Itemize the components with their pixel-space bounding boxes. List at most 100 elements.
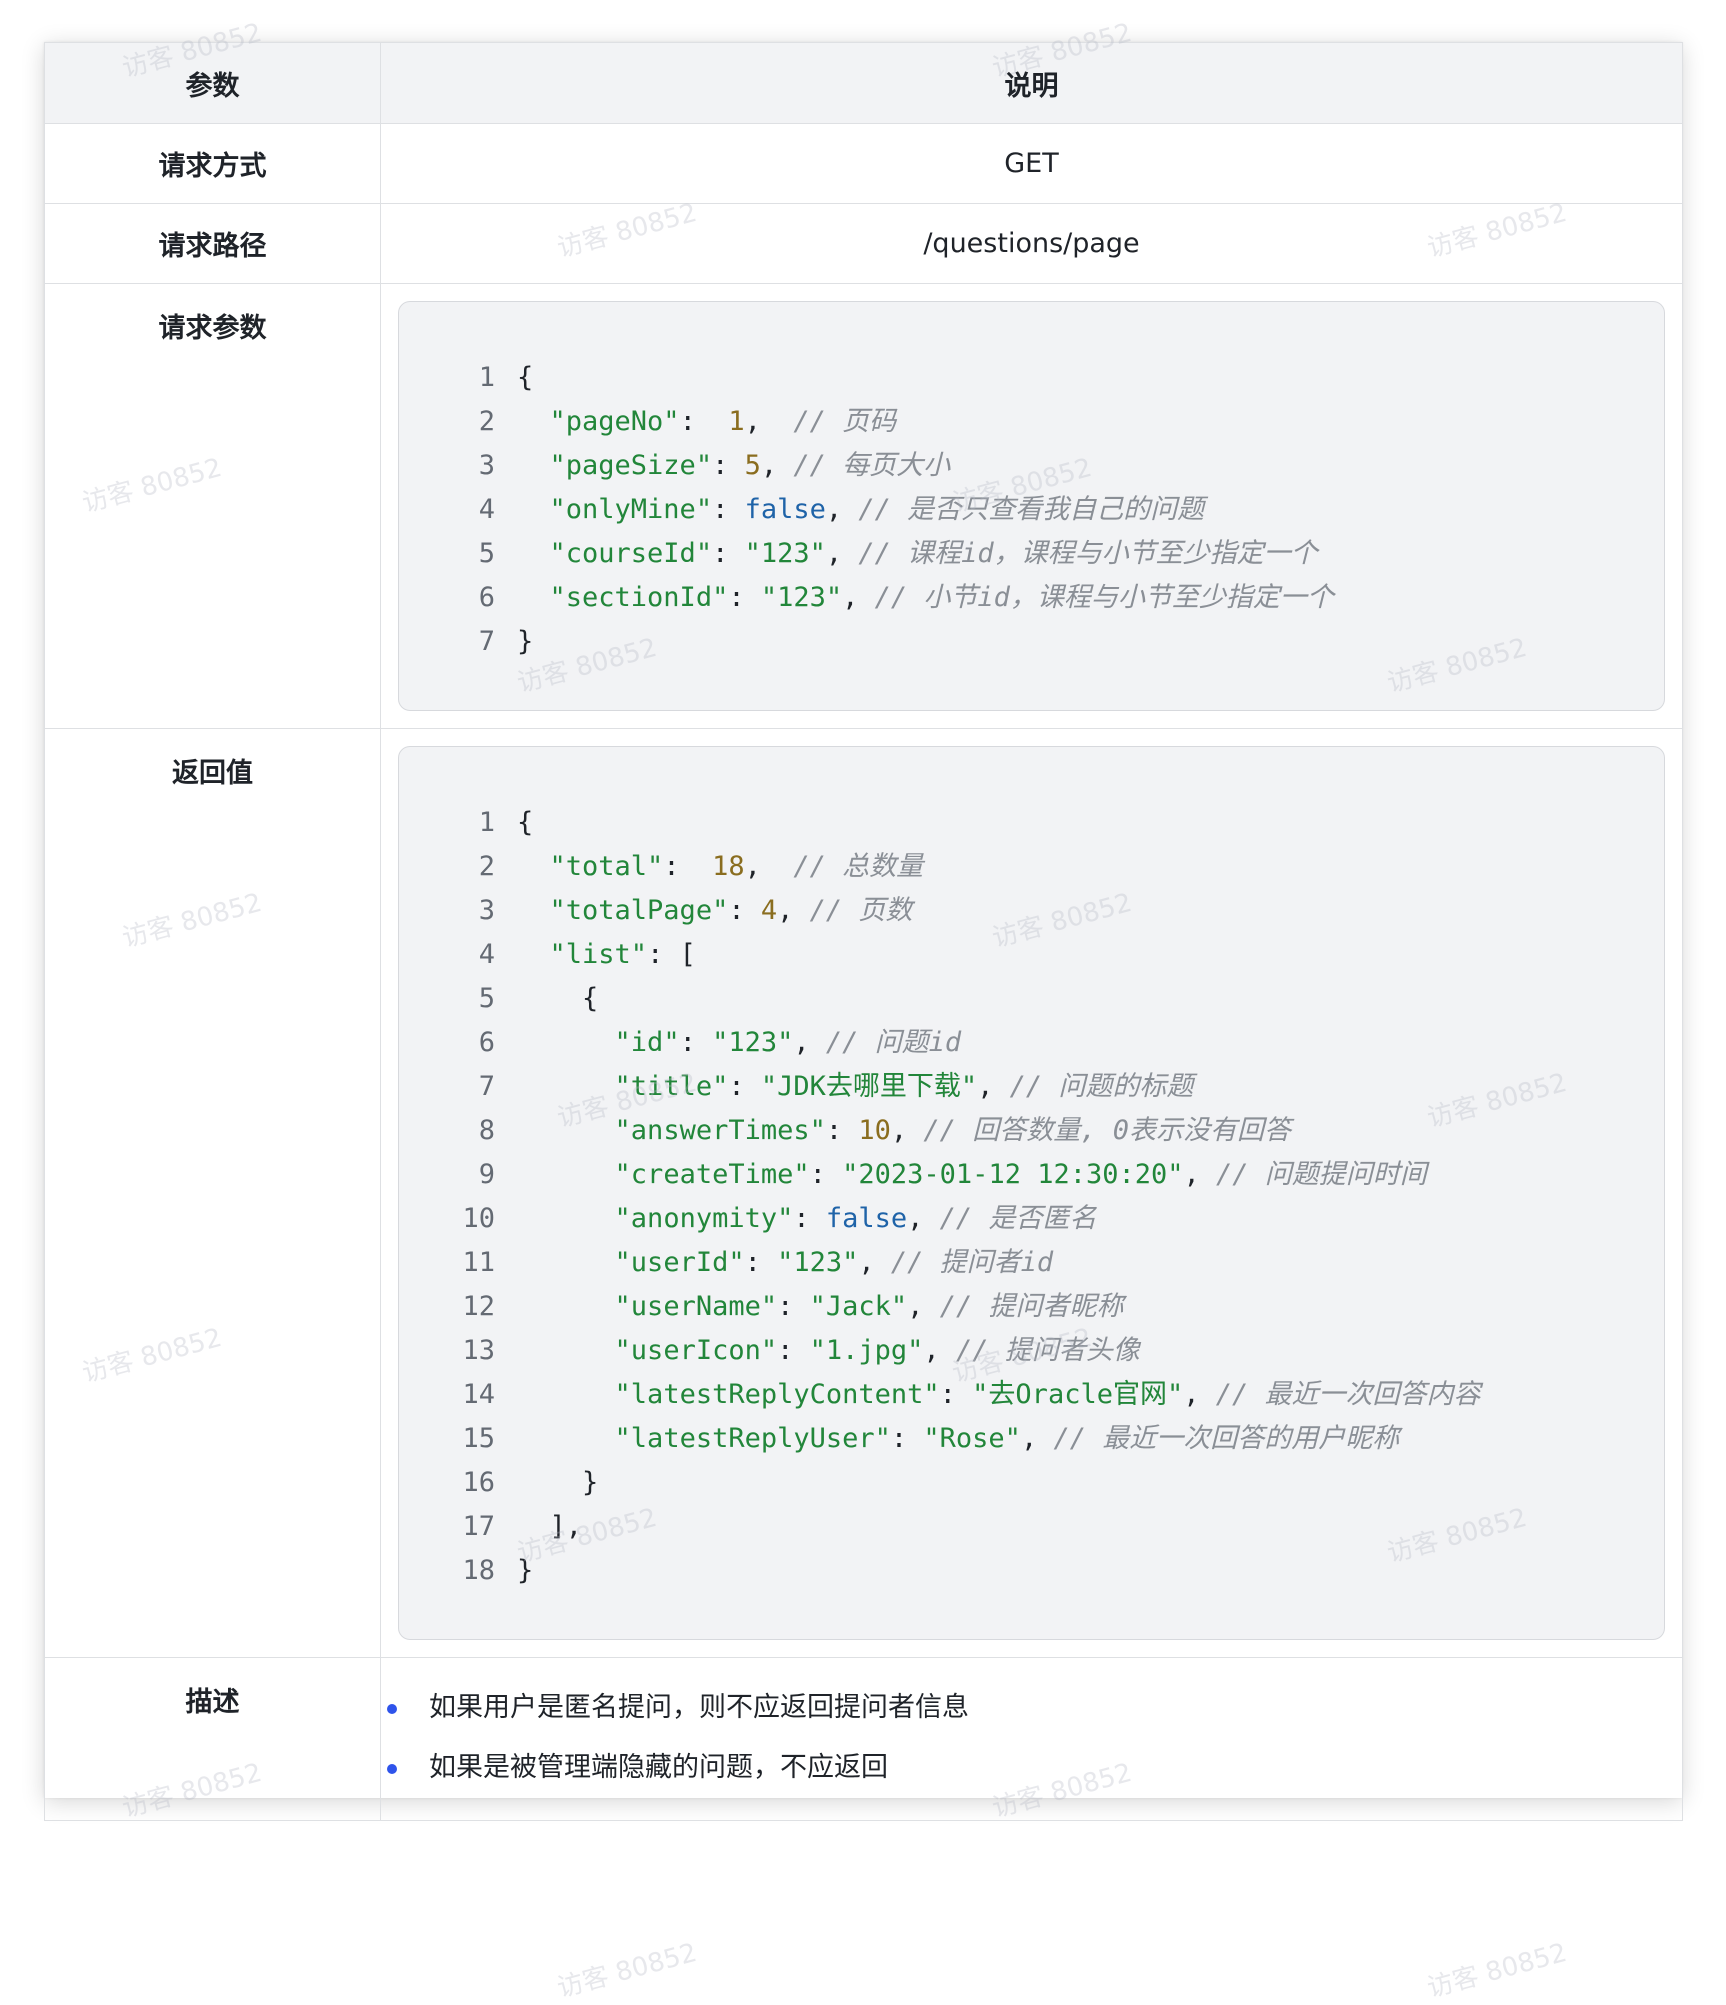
code-token: 18 [712, 851, 745, 882]
code-token: , [777, 895, 810, 926]
code-line: 7 "title": "JDK去哪里下载", // 问题的标题 [399, 1065, 1664, 1109]
code-token: "JDK去哪里下载" [760, 1071, 978, 1102]
code-token: // 是否只查看我自己的问题 [858, 494, 1205, 525]
code-line: 2 "pageNo": 1, // 页码 [399, 400, 1664, 444]
line-number: 14 [462, 1379, 495, 1410]
code-token: "pageSize" [549, 450, 713, 481]
code-token: , [907, 1203, 940, 1234]
code-token: // 最近一次回答的用户昵称 [1053, 1423, 1400, 1454]
code-token: "total" [549, 851, 664, 882]
code-token: "totalPage" [549, 895, 729, 926]
line-number: 12 [462, 1291, 495, 1322]
code-token: "1.jpg" [809, 1335, 924, 1366]
code-line: 5 "courseId": "123", // 课程id，课程与小节至少指定一个 [399, 532, 1664, 576]
code-token: "anonymity" [614, 1203, 794, 1234]
code-token: : [777, 1291, 810, 1322]
line-number: 16 [462, 1467, 495, 1498]
line-number: 2 [478, 406, 495, 437]
code-line: 11 "userId": "123", // 提问者id [399, 1241, 1664, 1285]
code-token: // 问题的标题 [1009, 1071, 1194, 1102]
code-line: 13 "userIcon": "1.jpg", // 提问者头像 [399, 1329, 1664, 1373]
code-token: { [517, 362, 534, 393]
line-number: 13 [462, 1335, 495, 1366]
code-token: , [923, 1335, 956, 1366]
code-token: : [890, 1423, 924, 1454]
line-number: 10 [462, 1203, 495, 1234]
code-line: 7} [399, 620, 1664, 664]
header-row: 参数 说明 [44, 42, 1683, 124]
bullet-icon [387, 1764, 397, 1774]
return-code-block: 1{2 "total": 18, // 总数量 3 "totalPage": 4,… [398, 746, 1665, 1640]
return-row: 返回值 1{2 "total": 18, // 总数量 3 "totalPage"… [44, 728, 1683, 1658]
line-number: 11 [462, 1247, 495, 1278]
code-line: 14 "latestReplyContent": "去Oracle官网", //… [399, 1373, 1664, 1417]
code-token: : [728, 1071, 761, 1102]
code-line: 1{ [399, 801, 1664, 845]
code-token: { [517, 807, 534, 838]
code-token: : [712, 538, 745, 569]
code-token: : [712, 494, 745, 525]
path-label: 请求路径 [44, 203, 381, 284]
method-value: GET [380, 123, 1683, 204]
code-token: "sectionId" [549, 582, 729, 613]
code-token: "latestReplyContent" [614, 1379, 940, 1410]
watermark-text: 访客 80852 [554, 1937, 701, 2004]
code-token: , [744, 851, 794, 882]
code-token: // 提问者id [890, 1247, 1054, 1278]
line-number: 5 [478, 538, 495, 569]
code-token: // 提问者头像 [955, 1335, 1140, 1366]
code-token: // 是否匿名 [939, 1203, 1097, 1234]
code-token: : [712, 450, 745, 481]
code-line: 16 } [399, 1461, 1664, 1505]
code-token: // 页码 [793, 406, 897, 437]
code-line: 10 "anonymity": false, // 是否匿名 [399, 1197, 1664, 1241]
code-token: "Rose" [923, 1423, 1021, 1454]
bullet-icon [387, 1704, 397, 1714]
code-token: // 问题提问时间 [1216, 1159, 1427, 1190]
line-number: 6 [478, 1027, 495, 1058]
code-line: 15 "latestReplyUser": "Rose", // 最近一次回答的… [399, 1417, 1664, 1461]
code-token: : [663, 851, 713, 882]
code-token: "title" [614, 1071, 729, 1102]
code-token: , [825, 538, 859, 569]
code-token: : [728, 582, 761, 613]
describe-item: 如果是被管理端隐藏的问题，不应返回 [381, 1738, 1682, 1798]
path-row: 请求路径 /questions/page [44, 203, 1683, 284]
code-token: "123" [777, 1247, 859, 1278]
code-line: 6 "id": "123", // 问题id [399, 1021, 1664, 1065]
code-token: "answerTimes" [614, 1115, 826, 1146]
code-token: // 课程id，课程与小节至少指定一个 [858, 538, 1318, 569]
code-line: 1{ [399, 356, 1664, 400]
code-line: 2 "total": 18, // 总数量 [399, 845, 1664, 889]
header-param: 参数 [44, 42, 381, 124]
code-token: , [907, 1291, 940, 1322]
code-token: 1 [728, 406, 745, 437]
line-number: 7 [478, 1071, 495, 1102]
code-token: : [744, 1247, 778, 1278]
code-token: "latestReplyUser" [614, 1423, 891, 1454]
code-token: : [793, 1203, 826, 1234]
code-token: , [793, 1027, 826, 1058]
code-token: "123" [760, 582, 843, 613]
code-token: : [777, 1335, 810, 1366]
code-token: , [842, 582, 875, 613]
line-number: 4 [478, 939, 495, 970]
api-doc-card: 参数 说明 请求方式 GET 请求路径 /questions/page 请求参数… [44, 42, 1683, 1821]
code-token: false [744, 494, 826, 525]
line-number: 3 [478, 450, 495, 481]
line-number: 8 [478, 1115, 495, 1146]
code-line: 5 { [399, 977, 1664, 1021]
code-token: , [744, 406, 794, 437]
code-token: false [825, 1203, 908, 1234]
params-code-cell: 1{2 "pageNo": 1, // 页码 3 "pageSize": 5, /… [380, 283, 1683, 729]
line-number: 6 [478, 582, 495, 613]
line-number: 15 [462, 1423, 495, 1454]
code-token: : [825, 1115, 859, 1146]
